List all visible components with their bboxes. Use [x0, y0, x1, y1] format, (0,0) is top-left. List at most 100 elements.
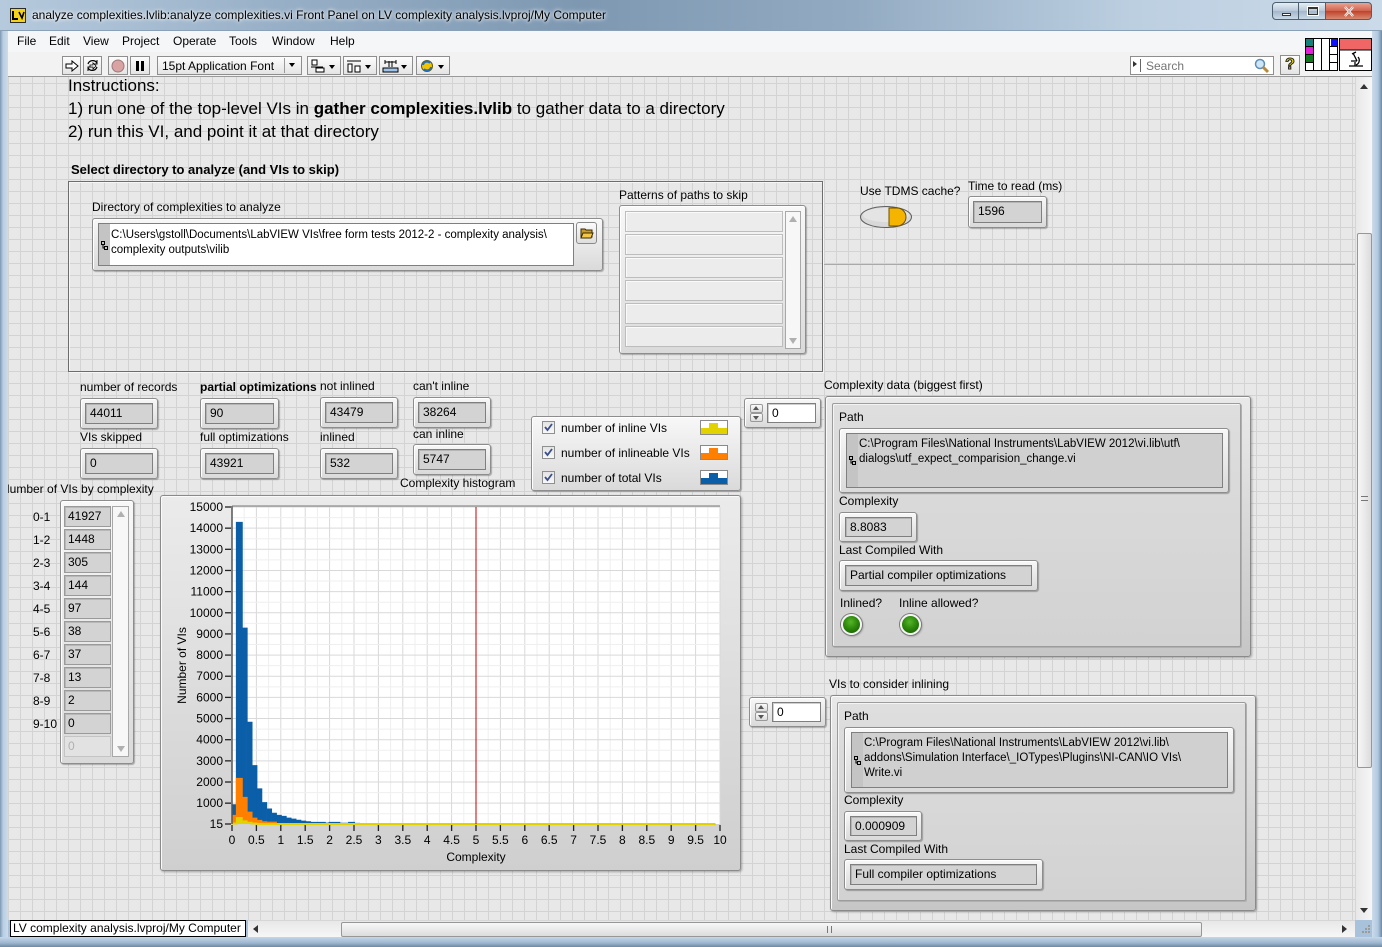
x-tick-label: 4 — [424, 833, 431, 847]
count-cell: 1448 — [64, 529, 111, 550]
not-inlined-label: not inlined — [320, 379, 375, 393]
menu-operate[interactable]: Operate — [173, 34, 216, 48]
index-decrement-button[interactable] — [750, 413, 763, 422]
vi-icon[interactable] — [1339, 38, 1372, 71]
legend-checkbox-total[interactable] — [542, 471, 555, 484]
legend-swatch-inlineable[interactable] — [700, 445, 728, 460]
x-tick-label: 5 — [473, 833, 480, 847]
scroll-up-icon[interactable] — [117, 511, 125, 517]
legend-swatch-inline[interactable] — [700, 420, 728, 435]
maximize-button[interactable] — [1298, 2, 1326, 20]
scroll-down-icon[interactable] — [117, 746, 125, 752]
search-box[interactable] — [1130, 56, 1274, 75]
x-tick-label: 9.5 — [687, 833, 704, 847]
connector-pane-icon[interactable] — [1305, 38, 1338, 71]
histogram-title: Complexity histogram — [400, 476, 516, 490]
run-button[interactable] — [62, 56, 81, 75]
scroll-down-icon[interactable] — [789, 338, 797, 344]
pattern-cell[interactable] — [625, 234, 783, 255]
menu-window[interactable]: Window — [272, 34, 315, 48]
consider-inlining-label: VIs to consider inlining — [829, 677, 950, 691]
window-border-left[interactable] — [0, 31, 8, 947]
menu-file[interactable]: File — [17, 34, 36, 48]
minimize-icon — [1282, 13, 1291, 16]
consider-inlining-index-input[interactable] — [772, 702, 821, 722]
menu-help[interactable]: Help — [330, 34, 355, 48]
grip-icon — [1361, 496, 1368, 501]
pattern-cell[interactable] — [625, 280, 783, 301]
legend-label-total: number of total VIs — [561, 471, 662, 485]
by-complexity-scrollbar[interactable] — [112, 506, 129, 757]
patterns-label: Patterns of paths to skip — [619, 188, 748, 202]
pattern-cell[interactable] — [625, 303, 783, 324]
x-axis-label: Complexity — [446, 850, 505, 864]
window-border-bottom[interactable] — [0, 937, 1382, 947]
pattern-cell[interactable] — [625, 326, 783, 347]
x-tick-label: 0 — [229, 833, 236, 847]
menu-bar: File Edit View Project Operate Tools Win… — [8, 31, 1372, 52]
horizontal-scrollbar[interactable] — [248, 920, 1355, 937]
align-objects-icon — [311, 59, 335, 72]
close-button[interactable] — [1325, 2, 1372, 20]
index-decrement-button[interactable] — [755, 712, 768, 721]
resize-objects-icon — [382, 59, 407, 72]
horizontal-scroll-thumb[interactable] — [341, 922, 1202, 937]
complexity-label: Complexity — [844, 793, 904, 807]
can-inline-value: 5747 — [418, 449, 486, 470]
window-border-right[interactable] — [1372, 31, 1382, 947]
search-icon[interactable] — [1253, 58, 1270, 74]
minimize-button[interactable] — [1272, 2, 1299, 20]
y-tick-label: 13000 — [190, 542, 224, 556]
x-tick-label: 7 — [570, 833, 577, 847]
instructions-step-1-pre: 1) run one of the top-level VIs in — [68, 99, 314, 118]
abort-button[interactable] — [108, 56, 128, 75]
y-axis-label: Number of VIs — [175, 627, 189, 704]
font-select[interactable]: 15pt Application Font — [157, 56, 302, 75]
y-tick-label: 2000 — [196, 775, 223, 789]
path-line: dialogs\utf_expect_comparision_change.vi — [859, 453, 1076, 465]
legend-checkbox-inline[interactable] — [542, 421, 555, 434]
directory-path-line: C:\Users\gstoll\Documents\LabVIEW VIs\fr… — [111, 229, 547, 241]
vertical-scrollbar[interactable] — [1355, 77, 1372, 920]
index-increment-button[interactable] — [755, 703, 768, 712]
complexity-data-index-input[interactable] — [767, 403, 816, 423]
patterns-scrollbar[interactable] — [785, 211, 801, 349]
scroll-down-icon[interactable] — [1360, 908, 1368, 913]
context-help-button[interactable]: ? — [1280, 55, 1300, 75]
scroll-right-icon[interactable] — [1342, 925, 1347, 933]
pattern-cell[interactable] — [625, 211, 783, 232]
vertical-scroll-thumb[interactable] — [1357, 233, 1372, 768]
run-continuously-button[interactable] — [83, 56, 102, 75]
scroll-left-icon[interactable] — [253, 925, 258, 933]
tdms-cache-toggle[interactable] — [859, 205, 914, 229]
search-options-arrow-icon[interactable] — [1133, 61, 1137, 67]
resize-grip-icon[interactable] — [1358, 923, 1371, 936]
x-tick-label: 2.5 — [346, 833, 363, 847]
search-input[interactable] — [1144, 58, 1252, 73]
legend-swatch-total[interactable] — [700, 470, 728, 485]
browse-button[interactable] — [576, 222, 597, 244]
scroll-up-icon[interactable] — [789, 216, 797, 222]
y-tick-label: 15 — [210, 817, 224, 831]
legend-checkbox-inlineable[interactable] — [542, 446, 555, 459]
records-label: number of records — [80, 380, 178, 394]
pattern-cell[interactable] — [625, 257, 783, 278]
pause-button[interactable] — [130, 56, 150, 75]
x-tick-label: 5.5 — [492, 833, 509, 847]
index-increment-button[interactable] — [750, 404, 763, 413]
inline-allowed-led — [900, 614, 921, 635]
title-bar[interactable]: analyze complexities.lvlib:analyze compl… — [0, 0, 1382, 31]
x-tick-label: 0.5 — [248, 833, 265, 847]
align-objects-button[interactable] — [307, 56, 341, 75]
distribute-objects-button[interactable] — [343, 56, 377, 75]
reorder-button[interactable] — [416, 56, 450, 75]
scroll-up-icon[interactable] — [1360, 84, 1368, 89]
menu-project[interactable]: Project — [122, 34, 159, 48]
menu-edit[interactable]: Edit — [49, 34, 70, 48]
menu-tools[interactable]: Tools — [229, 34, 257, 48]
menu-view[interactable]: View — [83, 34, 109, 48]
resize-objects-button[interactable] — [379, 56, 413, 75]
distribute-objects-icon — [347, 60, 371, 72]
directory-path-input[interactable]: C:\Users\gstoll\Documents\LabVIEW VIs\fr… — [98, 223, 574, 266]
labview-app-icon[interactable] — [10, 8, 26, 26]
